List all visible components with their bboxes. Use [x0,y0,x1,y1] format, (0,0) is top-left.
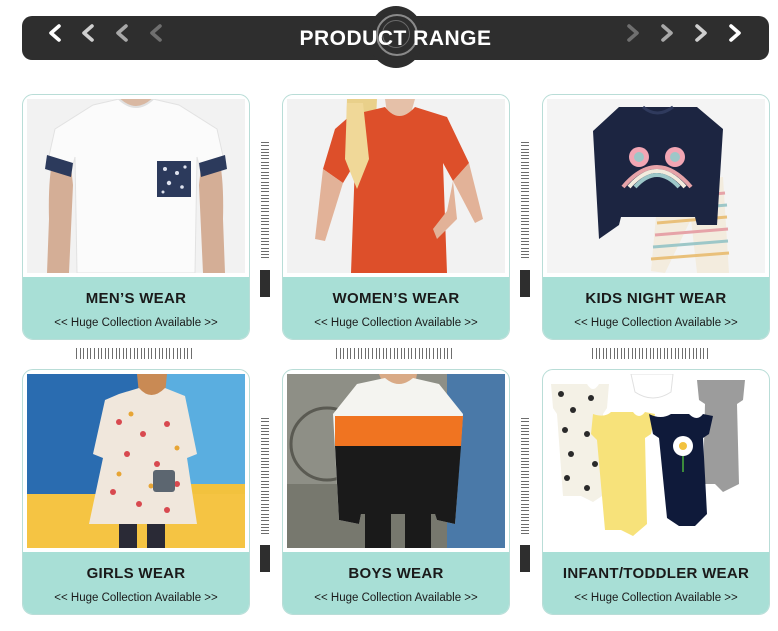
vertical-divider [261,418,269,537]
mens-tshirt-image [27,99,245,273]
chevron-left-icon[interactable] [80,24,96,42]
product-card-womens-wear[interactable]: WOMEN’S WEAR << Huge Collection Availabl… [282,94,510,340]
divider-bar [520,545,530,572]
card-title: INFANT/TODDLER WEAR [562,565,750,582]
card-subtitle[interactable]: << Huge Collection Available >> [283,592,509,604]
vertical-divider [521,142,529,261]
girls-dress-image [27,374,245,548]
card-subtitle[interactable]: << Huge Collection Available >> [23,317,249,329]
kids-pajama-image [547,99,765,273]
infant-bodysuits-image [547,374,765,548]
chevron-left-icon[interactable] [47,24,63,42]
card-caption: MEN’S WEAR << Huge Collection Available … [23,277,249,339]
boys-sweatshirt-image [287,374,505,548]
womens-top-image [287,99,505,273]
chevron-left-icon[interactable] [114,24,130,42]
divider-bar [260,270,270,297]
card-subtitle[interactable]: << Huge Collection Available >> [283,317,509,329]
card-title: WOMEN’S WEAR [332,290,460,307]
horizontal-divider [336,348,455,359]
card-title: GIRLS WEAR [86,565,186,582]
divider-bar [260,545,270,572]
card-subtitle[interactable]: << Huge Collection Available >> [543,317,769,329]
card-subtitle[interactable]: << Huge Collection Available >> [23,592,249,604]
card-title: MEN’S WEAR [85,290,187,307]
card-caption: WOMEN’S WEAR << Huge Collection Availabl… [283,277,509,339]
card-caption: KIDS NIGHT WEAR << Huge Collection Avail… [543,277,769,339]
vertical-divider [261,142,269,261]
horizontal-divider [76,348,195,359]
card-title: BOYS WEAR [348,565,444,582]
card-caption: BOYS WEAR << Huge Collection Available >… [283,552,509,614]
page-title: PRODUCT RANGE [299,27,492,50]
chevron-right-icon[interactable] [727,24,743,42]
card-caption: INFANT/TODDLER WEAR << Huge Collection A… [543,552,769,614]
product-card-mens-wear[interactable]: MEN’S WEAR << Huge Collection Available … [22,94,250,340]
product-card-infant-toddler-wear[interactable]: INFANT/TODDLER WEAR << Huge Collection A… [542,369,770,615]
card-subtitle[interactable]: << Huge Collection Available >> [543,592,769,604]
horizontal-divider [592,348,711,359]
card-caption: GIRLS WEAR << Huge Collection Available … [23,552,249,614]
card-title: KIDS NIGHT WEAR [585,290,727,307]
product-card-boys-wear[interactable]: BOYS WEAR << Huge Collection Available >… [282,369,510,615]
chevron-right-icon[interactable] [625,24,641,42]
product-card-kids-night-wear[interactable]: KIDS NIGHT WEAR << Huge Collection Avail… [542,94,770,340]
chevron-left-icon[interactable] [148,24,164,42]
vertical-divider [521,418,529,537]
chevron-right-icon[interactable] [659,24,675,42]
divider-bar [520,270,530,297]
product-card-girls-wear[interactable]: GIRLS WEAR << Huge Collection Available … [22,369,250,615]
chevron-right-icon[interactable] [693,24,709,42]
